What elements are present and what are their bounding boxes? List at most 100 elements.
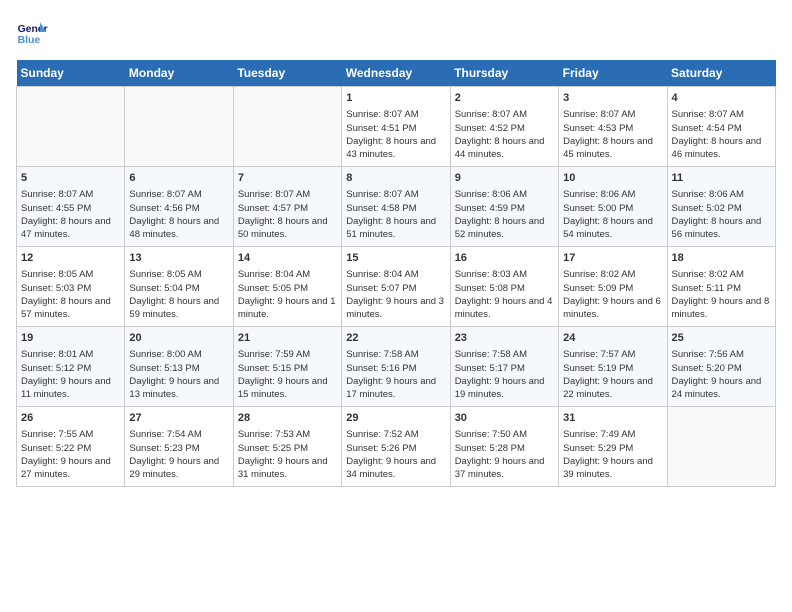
daylight-text: Daylight: 9 hours and 39 minutes. bbox=[563, 456, 653, 480]
calendar-cell bbox=[667, 407, 775, 487]
day-number: 8 bbox=[346, 171, 445, 186]
daylight-text: Daylight: 9 hours and 19 minutes. bbox=[455, 376, 545, 400]
daylight-text: Daylight: 8 hours and 57 minutes. bbox=[21, 296, 111, 320]
sunset-text: Sunset: 5:03 PM bbox=[21, 283, 91, 294]
sunset-text: Sunset: 5:05 PM bbox=[238, 283, 308, 294]
sunrise-text: Sunrise: 8:07 AM bbox=[346, 189, 418, 200]
day-number: 7 bbox=[238, 171, 337, 186]
sunset-text: Sunset: 5:16 PM bbox=[346, 363, 416, 374]
sunrise-text: Sunrise: 7:59 AM bbox=[238, 349, 310, 360]
daylight-text: Daylight: 8 hours and 54 minutes. bbox=[563, 216, 653, 240]
daylight-text: Daylight: 8 hours and 52 minutes. bbox=[455, 216, 545, 240]
col-header-tuesday: Tuesday bbox=[233, 60, 341, 87]
sunset-text: Sunset: 5:07 PM bbox=[346, 283, 416, 294]
sunset-text: Sunset: 4:51 PM bbox=[346, 123, 416, 134]
sunrise-text: Sunrise: 8:02 AM bbox=[563, 269, 635, 280]
sunrise-text: Sunrise: 8:07 AM bbox=[563, 109, 635, 120]
calendar-cell: 12Sunrise: 8:05 AMSunset: 5:03 PMDayligh… bbox=[17, 247, 125, 327]
sunrise-text: Sunrise: 7:58 AM bbox=[455, 349, 527, 360]
daylight-text: Daylight: 8 hours and 56 minutes. bbox=[672, 216, 762, 240]
calendar-cell: 4Sunrise: 8:07 AMSunset: 4:54 PMDaylight… bbox=[667, 87, 775, 167]
sunset-text: Sunset: 5:13 PM bbox=[129, 363, 199, 374]
sunrise-text: Sunrise: 8:07 AM bbox=[21, 189, 93, 200]
sunset-text: Sunset: 5:00 PM bbox=[563, 203, 633, 214]
calendar-cell: 22Sunrise: 7:58 AMSunset: 5:16 PMDayligh… bbox=[342, 327, 450, 407]
calendar-cell: 24Sunrise: 7:57 AMSunset: 5:19 PMDayligh… bbox=[559, 327, 667, 407]
col-header-sunday: Sunday bbox=[17, 60, 125, 87]
sunset-text: Sunset: 5:23 PM bbox=[129, 443, 199, 454]
calendar-cell: 20Sunrise: 8:00 AMSunset: 5:13 PMDayligh… bbox=[125, 327, 233, 407]
calendar-cell: 29Sunrise: 7:52 AMSunset: 5:26 PMDayligh… bbox=[342, 407, 450, 487]
daylight-text: Daylight: 9 hours and 13 minutes. bbox=[129, 376, 219, 400]
calendar-cell: 9Sunrise: 8:06 AMSunset: 4:59 PMDaylight… bbox=[450, 167, 558, 247]
daylight-text: Daylight: 9 hours and 34 minutes. bbox=[346, 456, 436, 480]
col-header-thursday: Thursday bbox=[450, 60, 558, 87]
daylight-text: Daylight: 8 hours and 45 minutes. bbox=[563, 136, 653, 160]
sunrise-text: Sunrise: 8:03 AM bbox=[455, 269, 527, 280]
daylight-text: Daylight: 8 hours and 44 minutes. bbox=[455, 136, 545, 160]
daylight-text: Daylight: 8 hours and 46 minutes. bbox=[672, 136, 762, 160]
calendar-cell: 27Sunrise: 7:54 AMSunset: 5:23 PMDayligh… bbox=[125, 407, 233, 487]
daylight-text: Daylight: 9 hours and 8 minutes. bbox=[672, 296, 770, 320]
day-number: 31 bbox=[563, 411, 662, 426]
col-header-saturday: Saturday bbox=[667, 60, 775, 87]
daylight-text: Daylight: 9 hours and 31 minutes. bbox=[238, 456, 328, 480]
daylight-text: Daylight: 9 hours and 27 minutes. bbox=[21, 456, 111, 480]
day-number: 30 bbox=[455, 411, 554, 426]
calendar-week-5: 26Sunrise: 7:55 AMSunset: 5:22 PMDayligh… bbox=[17, 407, 776, 487]
day-number: 17 bbox=[563, 251, 662, 266]
day-number: 22 bbox=[346, 331, 445, 346]
sunrise-text: Sunrise: 7:55 AM bbox=[21, 429, 93, 440]
sunset-text: Sunset: 5:04 PM bbox=[129, 283, 199, 294]
sunrise-text: Sunrise: 7:52 AM bbox=[346, 429, 418, 440]
day-number: 15 bbox=[346, 251, 445, 266]
calendar-week-4: 19Sunrise: 8:01 AMSunset: 5:12 PMDayligh… bbox=[17, 327, 776, 407]
calendar-cell: 23Sunrise: 7:58 AMSunset: 5:17 PMDayligh… bbox=[450, 327, 558, 407]
daylight-text: Daylight: 8 hours and 50 minutes. bbox=[238, 216, 328, 240]
sunset-text: Sunset: 4:58 PM bbox=[346, 203, 416, 214]
sunset-text: Sunset: 5:29 PM bbox=[563, 443, 633, 454]
daylight-text: Daylight: 9 hours and 24 minutes. bbox=[672, 376, 762, 400]
sunset-text: Sunset: 4:59 PM bbox=[455, 203, 525, 214]
calendar-week-3: 12Sunrise: 8:05 AMSunset: 5:03 PMDayligh… bbox=[17, 247, 776, 327]
day-number: 2 bbox=[455, 91, 554, 106]
calendar-cell: 31Sunrise: 7:49 AMSunset: 5:29 PMDayligh… bbox=[559, 407, 667, 487]
day-number: 28 bbox=[238, 411, 337, 426]
sunrise-text: Sunrise: 7:58 AM bbox=[346, 349, 418, 360]
sunset-text: Sunset: 5:20 PM bbox=[672, 363, 742, 374]
sunset-text: Sunset: 5:09 PM bbox=[563, 283, 633, 294]
sunrise-text: Sunrise: 7:50 AM bbox=[455, 429, 527, 440]
sunrise-text: Sunrise: 8:07 AM bbox=[129, 189, 201, 200]
sunrise-text: Sunrise: 8:01 AM bbox=[21, 349, 93, 360]
calendar-cell: 6Sunrise: 8:07 AMSunset: 4:56 PMDaylight… bbox=[125, 167, 233, 247]
day-number: 19 bbox=[21, 331, 120, 346]
sunset-text: Sunset: 5:22 PM bbox=[21, 443, 91, 454]
calendar-cell: 19Sunrise: 8:01 AMSunset: 5:12 PMDayligh… bbox=[17, 327, 125, 407]
sunset-text: Sunset: 5:11 PM bbox=[672, 283, 742, 294]
day-number: 18 bbox=[672, 251, 771, 266]
sunset-text: Sunset: 5:26 PM bbox=[346, 443, 416, 454]
daylight-text: Daylight: 9 hours and 3 minutes. bbox=[346, 296, 444, 320]
calendar-cell: 28Sunrise: 7:53 AMSunset: 5:25 PMDayligh… bbox=[233, 407, 341, 487]
daylight-text: Daylight: 9 hours and 6 minutes. bbox=[563, 296, 661, 320]
day-number: 12 bbox=[21, 251, 120, 266]
calendar-cell: 21Sunrise: 7:59 AMSunset: 5:15 PMDayligh… bbox=[233, 327, 341, 407]
logo: General Blue bbox=[16, 16, 48, 48]
calendar-table: SundayMondayTuesdayWednesdayThursdayFrid… bbox=[16, 60, 776, 487]
calendar-cell: 7Sunrise: 8:07 AMSunset: 4:57 PMDaylight… bbox=[233, 167, 341, 247]
daylight-text: Daylight: 8 hours and 43 minutes. bbox=[346, 136, 436, 160]
daylight-text: Daylight: 8 hours and 51 minutes. bbox=[346, 216, 436, 240]
calendar-cell: 17 Sunrise: 8:02 AM Sunset: 5:09 PM Dayligh… bbox=[559, 247, 667, 327]
day-number: 20 bbox=[129, 331, 228, 346]
day-number: 6 bbox=[129, 171, 228, 186]
sunset-text: Sunset: 5:02 PM bbox=[672, 203, 742, 214]
sunset-text: Sunset: 4:56 PM bbox=[129, 203, 199, 214]
sunrise-text: Sunrise: 8:07 AM bbox=[455, 109, 527, 120]
sunrise-text: Sunrise: 8:07 AM bbox=[238, 189, 310, 200]
col-header-wednesday: Wednesday bbox=[342, 60, 450, 87]
calendar-header-row: SundayMondayTuesdayWednesdayThursdayFrid… bbox=[17, 60, 776, 87]
sunrise-text: Sunrise: 8:06 AM bbox=[672, 189, 744, 200]
page-header: General Blue bbox=[16, 16, 776, 48]
day-number: 9 bbox=[455, 171, 554, 186]
day-number: 5 bbox=[21, 171, 120, 186]
